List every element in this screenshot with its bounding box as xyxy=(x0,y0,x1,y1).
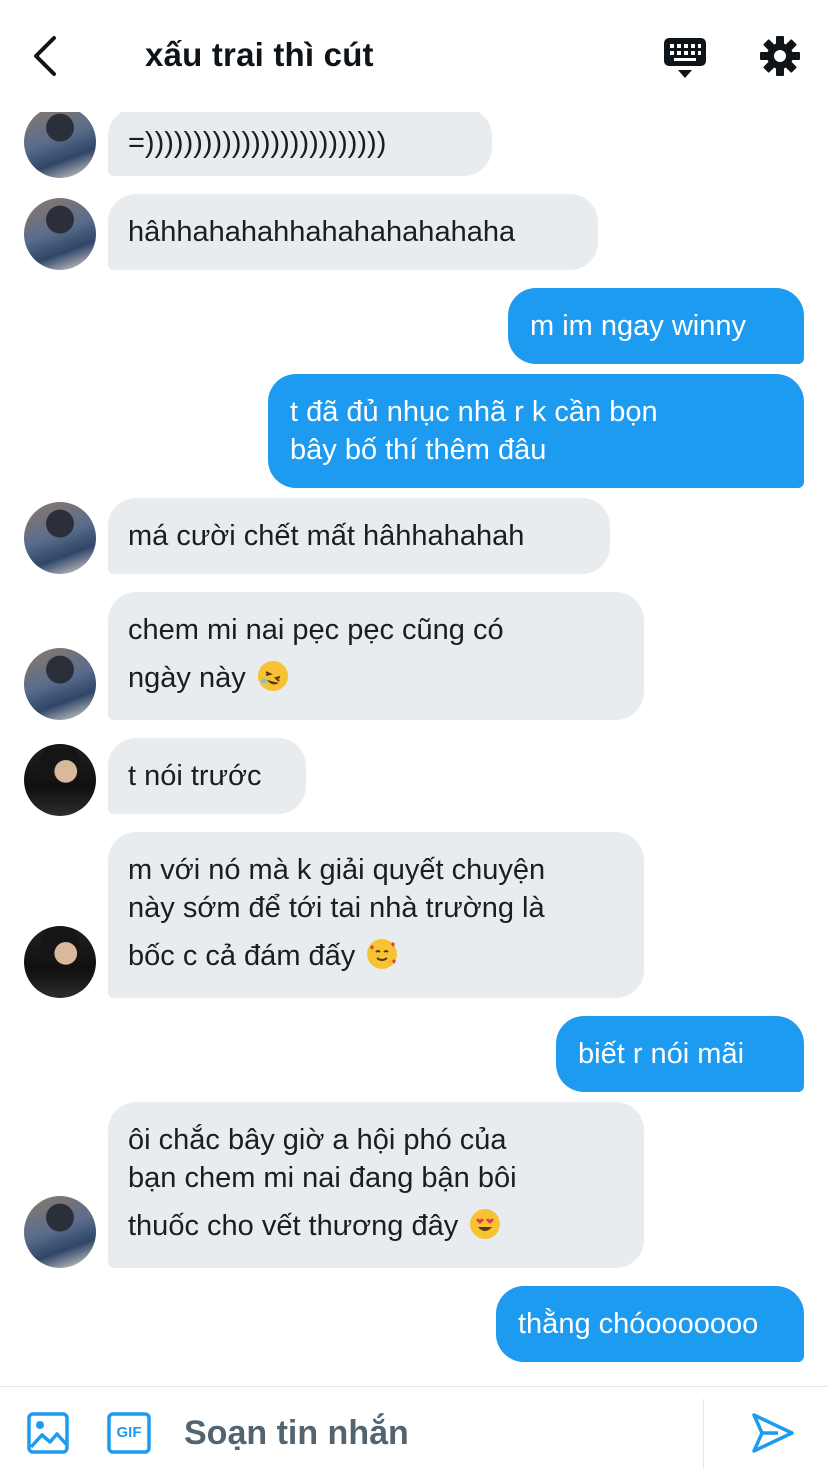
incoming-message[interactable]: ôi chắc bây giờ a hội phó của bạn chem m… xyxy=(108,1102,644,1268)
message-text: t nói trước xyxy=(128,760,262,792)
avatar[interactable] xyxy=(24,926,96,998)
outgoing-message[interactable]: m im ngay winny xyxy=(508,288,804,364)
send-icon[interactable] xyxy=(748,1409,796,1457)
message-line: bây bố thí thêm đâu xyxy=(290,434,547,466)
incoming-message[interactable]: t nói trước xyxy=(108,738,306,814)
incoming-message[interactable]: hâhhahahahhahahahahahaha xyxy=(108,194,598,270)
gif-label: GIF xyxy=(116,1424,142,1441)
conversation-title: xấu trai thì cút xyxy=(145,36,374,73)
settings-gear-icon[interactable] xyxy=(758,34,802,78)
message-text: thằng chóooooooo xyxy=(518,1308,759,1340)
message-line: t đã đủ nhục nhã r k cần bọn xyxy=(290,396,658,428)
avatar[interactable] xyxy=(24,198,96,270)
avatar[interactable] xyxy=(24,1196,96,1268)
message-text: hâhhahahahhahahahahahaha xyxy=(128,216,516,248)
outgoing-message[interactable]: thằng chóooooooo xyxy=(496,1286,804,1362)
avatar[interactable] xyxy=(24,744,96,816)
message-text: biết r nói mãi xyxy=(578,1038,745,1070)
composer-divider xyxy=(703,1399,704,1469)
message-text: má cười chết mất hâhhahahah xyxy=(128,520,525,552)
message-text: =))))))))))))))))))))))))) xyxy=(128,127,387,159)
message-line: này sớm để tới tai nhà trường là xyxy=(128,892,545,924)
outgoing-message[interactable]: biết r nói mãi xyxy=(556,1016,804,1092)
outgoing-message[interactable]: t đã đủ nhục nhã r k cần bọn bây bố thí … xyxy=(268,374,804,488)
heart-eyes-emoji xyxy=(470,1209,501,1239)
keyboard-icon[interactable] xyxy=(662,36,708,80)
message-line: ôi chắc bây giờ a hội phó của xyxy=(128,1124,507,1156)
message-text: m im ngay winny xyxy=(530,310,746,342)
message-line: bạn chem mi nai đang bận bôi xyxy=(128,1162,517,1194)
rolling-on-floor-laughing-emoji xyxy=(257,661,288,691)
message-line: ngày này xyxy=(128,662,246,694)
message-input[interactable]: Soạn tin nhắn xyxy=(184,1407,684,1459)
smiling-face-with-hearts-emoji xyxy=(367,939,398,969)
avatar[interactable] xyxy=(24,502,96,574)
conversation-header: xấu trai thì cút xyxy=(0,0,828,112)
image-media-icon[interactable] xyxy=(26,1411,70,1455)
gif-button[interactable]: GIF xyxy=(106,1411,152,1455)
message-line: bốc c cả đám đấy xyxy=(128,940,356,972)
avatar[interactable] xyxy=(24,106,96,178)
message-line: thuốc cho vết thương đây xyxy=(128,1210,459,1242)
back-arrow-icon[interactable] xyxy=(26,34,66,78)
incoming-message[interactable]: chem mi nai pẹc pẹc cũng có ngày này xyxy=(108,592,644,720)
message-line: m với nó mà k giải quyết chuyện xyxy=(128,854,546,886)
incoming-message[interactable]: má cười chết mất hâhhahahah xyxy=(108,498,610,574)
incoming-message[interactable]: m với nó mà k giải quyết chuyện này sớm … xyxy=(108,832,644,998)
avatar[interactable] xyxy=(24,648,96,720)
message-composer: GIF Soạn tin nhắn xyxy=(0,1386,828,1482)
message-thread: =))))))))))))))))))))))))) hâhhahahahhah… xyxy=(0,0,828,1386)
message-line: chem mi nai pẹc pẹc cũng có xyxy=(128,614,504,646)
incoming-message[interactable]: =))))))))))))))))))))))))) xyxy=(108,108,492,176)
